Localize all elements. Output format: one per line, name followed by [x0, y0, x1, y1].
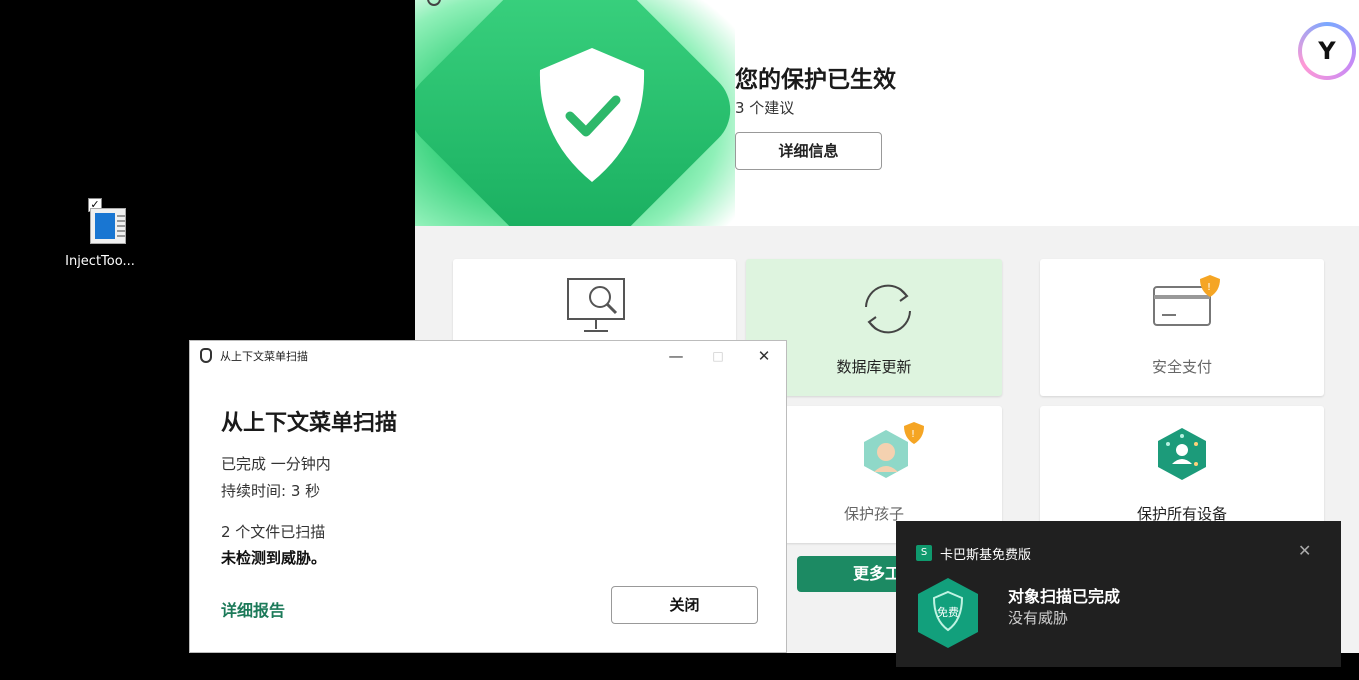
minimize-button[interactable]: — [662, 345, 690, 367]
program-file-icon: ✓ [72, 198, 128, 246]
close-button[interactable]: 关闭 [611, 586, 758, 624]
detailed-report-link[interactable]: 详细报告 [221, 597, 285, 621]
tile-label: 安全支付 [1151, 358, 1212, 376]
scan-result-text: 未检测到威胁。 [221, 549, 327, 567]
desktop-icon-injecttool[interactable]: ✓ InjectToo... [55, 198, 145, 269]
free-badge-icon: 免费 [918, 578, 978, 648]
close-window-button[interactable]: ✕ [750, 345, 778, 367]
devices-icon [1158, 428, 1206, 480]
toast-app-name: 卡巴斯基免费版 [940, 548, 1032, 563]
svg-text:!: ! [911, 429, 915, 440]
refresh-icon [865, 284, 911, 334]
toast-title: 对象扫描已完成 [1008, 587, 1121, 606]
maximize-button: □ [712, 349, 724, 363]
scan-completed-text: 已完成 一分钟内 [221, 455, 331, 473]
protection-status-panel: 您的保护已生效 3 个建议 详细信息 Y [415, 0, 1359, 226]
desktop-icon-label: InjectToo... [65, 254, 135, 269]
context-scan-dialog: 从上下文菜单扫描 — □ ✕ 从上下文菜单扫描 已完成 一分钟内 持续时间: 3… [189, 340, 787, 653]
scan-duration-text: 持续时间: 3 秒 [221, 482, 321, 500]
toast-notification[interactable]: S 卡巴斯基免费版 ✕ 免费 对象扫描已完成 没有威胁 [896, 521, 1341, 667]
details-button[interactable]: 详细信息 [735, 132, 882, 170]
recommendations-count[interactable]: 3 个建议 [735, 97, 794, 118]
desktop: ✓ InjectToo... 您的保护已生效 3 个建议 详细信息 Y 数据库更… [0, 0, 1359, 680]
app-icon: S [916, 545, 932, 561]
protection-status-title: 您的保护已生效 [735, 67, 896, 93]
files-scanned-text: 2 个文件已扫描 [221, 523, 326, 541]
shield-check-icon [539, 48, 645, 182]
card-icon: ! [1153, 275, 1220, 326]
brand-logo-icon: Y [1298, 22, 1356, 80]
child-icon: ! [864, 422, 924, 478]
toast-close-icon[interactable]: ✕ [1298, 541, 1311, 560]
scan-monitor-icon [567, 278, 625, 332]
kaspersky-shield-icon [200, 348, 212, 363]
tile-safe-money[interactable]: ! 安全支付 [1040, 259, 1324, 396]
dialog-titlebar[interactable]: 从上下文菜单扫描 — □ ✕ [190, 341, 786, 371]
toast-subtitle: 没有威胁 [1008, 609, 1069, 627]
dialog-window-title: 从上下文菜单扫描 [220, 350, 308, 363]
svg-text:!: ! [1207, 282, 1211, 293]
dialog-heading: 从上下文菜单扫描 [221, 411, 398, 436]
badge-text: 免费 [937, 605, 959, 619]
